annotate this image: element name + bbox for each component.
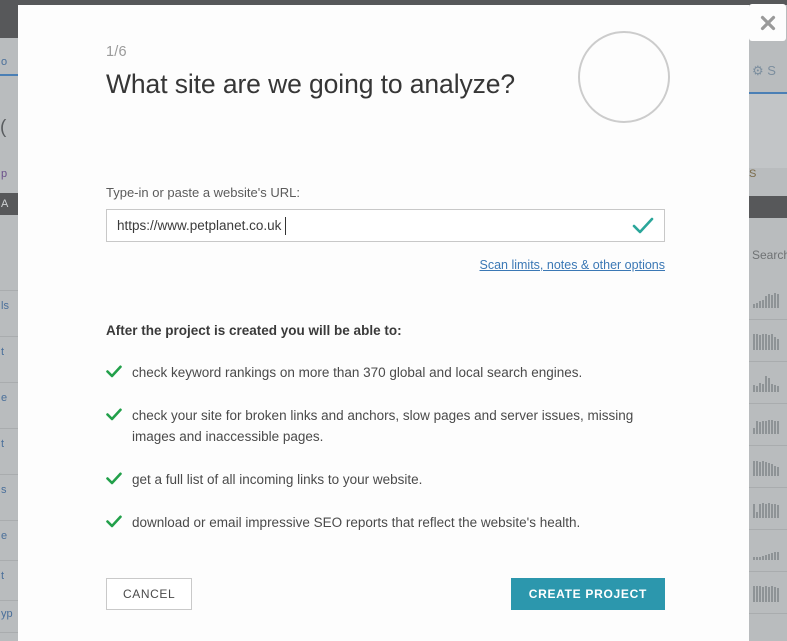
background-left-rule — [0, 428, 18, 429]
check-icon — [106, 512, 132, 533]
background-left-fragment: ls — [1, 300, 9, 312]
list-item: check keyword rankings on more than 370 … — [106, 362, 665, 383]
list-item: check your site for broken links and anc… — [106, 405, 665, 447]
background-left-fragment: A — [1, 198, 9, 210]
background-right-dark-block — [749, 196, 787, 218]
table-row — [749, 278, 787, 320]
background-left-fragment: t — [1, 438, 5, 450]
background-left-rule — [0, 474, 18, 475]
background-left-rule — [0, 520, 18, 521]
text-caret — [285, 217, 286, 235]
checkmark-icon — [632, 216, 654, 241]
check-icon — [106, 469, 132, 490]
table-row — [749, 530, 787, 572]
close-x-icon — [758, 13, 778, 33]
modal-footer: CANCEL CREATE PROJECT — [106, 578, 665, 610]
background-left-fragment: e — [1, 530, 8, 542]
sparkline-icon — [753, 374, 779, 392]
background-left-fragment: yp — [1, 608, 13, 620]
background-left-fragment: t — [1, 570, 5, 582]
scan-options-link-wrapper: Scan limits, notes & other options — [106, 256, 665, 274]
scan-options-link[interactable]: Scan limits, notes & other options — [479, 258, 665, 272]
sparkline-icon — [753, 542, 779, 560]
background-left-column: o ( p A ls t e t s e t yp — [0, 0, 18, 641]
benefits-heading: After the project is created you will be… — [106, 323, 402, 338]
cancel-button[interactable]: CANCEL — [106, 578, 193, 610]
url-field-label: Type-in or paste a website's URL: — [106, 185, 300, 200]
background-left-rule — [0, 560, 18, 561]
background-left-fragment: s — [1, 484, 7, 496]
background-left-rule — [0, 632, 18, 633]
gear-icon: ⚙ S — [752, 63, 776, 78]
modal-header: What site are we going to analyze? — [106, 31, 670, 123]
table-row — [749, 446, 787, 488]
background-left-fragment: e — [1, 392, 8, 404]
create-project-modal: 1/6 What site are we going to analyze? T… — [18, 5, 749, 641]
list-item: get a full list of all incoming links to… — [106, 469, 665, 490]
sparkline-icon — [753, 500, 779, 518]
table-row — [749, 572, 787, 614]
background-left-dark-block — [0, 0, 18, 38]
sparkline-icon — [753, 458, 779, 476]
sparkline-icon — [753, 416, 779, 434]
background-left-rule — [0, 336, 18, 337]
list-item-label: get a full list of all incoming links to… — [132, 472, 423, 487]
create-project-button[interactable]: CREATE PROJECT — [510, 578, 665, 610]
sparkline-icon — [753, 332, 779, 350]
background-search-label: Search — [752, 248, 787, 262]
background-right-filter: S — [749, 168, 787, 196]
table-row — [749, 614, 787, 641]
background-left-rule — [0, 290, 18, 291]
check-icon — [106, 362, 132, 383]
background-left-fragment: o — [1, 56, 8, 68]
background-left-rule — [0, 382, 18, 383]
close-button[interactable] — [749, 4, 786, 41]
background-right-panel: ⚙ S S Search — [749, 0, 787, 641]
background-left-fragment: t — [1, 346, 5, 358]
background-left-fragment: p — [1, 168, 8, 180]
table-row — [749, 488, 787, 530]
sparkline-icon — [753, 290, 779, 308]
url-input-wrapper[interactable] — [106, 209, 665, 242]
background-left-fragment: ( — [0, 117, 7, 138]
list-item-label: download or email impressive SEO reports… — [132, 515, 581, 530]
benefits-list: check keyword rankings on more than 370 … — [106, 362, 665, 533]
background-left-rule — [0, 600, 18, 601]
table-row — [749, 320, 787, 362]
sparkline-icon — [753, 584, 779, 602]
check-icon — [106, 405, 132, 426]
page-title: What site are we going to analyze? — [106, 69, 516, 99]
table-row — [749, 362, 787, 404]
list-item: download or email impressive SEO reports… — [106, 512, 665, 533]
search-input[interactable] — [107, 210, 664, 241]
list-item-label: check your site for broken links and anc… — [132, 408, 634, 444]
table-row — [749, 404, 787, 446]
avatar — [578, 31, 670, 123]
background-table-rows — [749, 278, 787, 641]
list-item-label: check keyword rankings on more than 370 … — [132, 365, 583, 380]
background-left-accent — [0, 74, 18, 76]
